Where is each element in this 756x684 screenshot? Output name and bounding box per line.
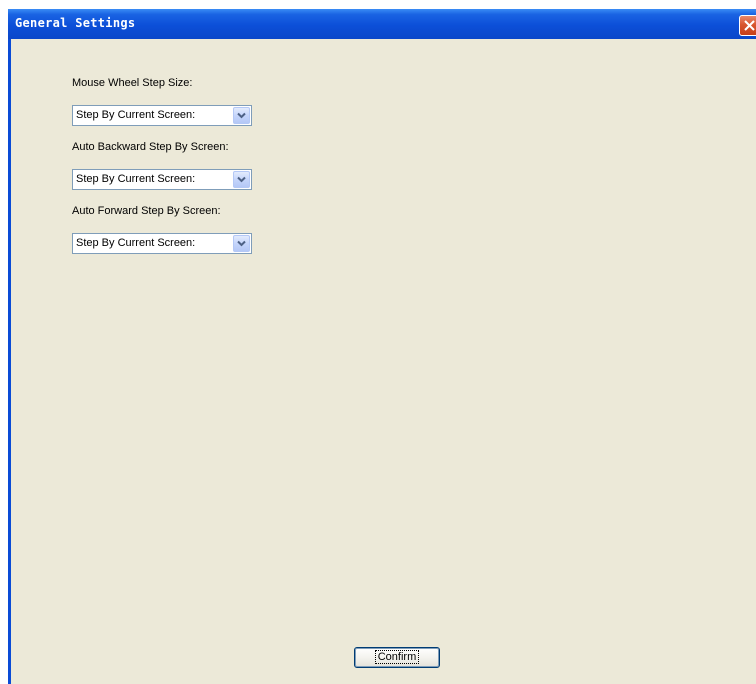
mouse-wheel-step-select[interactable]: Step By Current Screen:: [72, 105, 252, 126]
settings-panel: Mouse Wheel Step Size: Step By Current S…: [11, 39, 756, 684]
confirm-button-label: Confirm: [374, 650, 420, 664]
auto-forward-dropdown-button[interactable]: [233, 235, 250, 252]
close-button[interactable]: [739, 15, 756, 36]
settings-window: General Settings Mouse Wheel Step Size: …: [8, 9, 756, 684]
auto-forward-step-select[interactable]: Step By Current Screen:: [72, 233, 252, 254]
mouse-wheel-step-label: Mouse Wheel Step Size:: [72, 77, 193, 89]
auto-backward-step-value: Step By Current Screen:: [76, 173, 196, 185]
auto-forward-step-label: Auto Forward Step By Screen:: [72, 205, 221, 217]
mouse-wheel-dropdown-button[interactable]: [233, 107, 250, 124]
chevron-down-icon: [237, 176, 246, 183]
mouse-wheel-step-value: Step By Current Screen:: [76, 109, 196, 121]
confirm-button[interactable]: Confirm: [354, 647, 440, 668]
auto-backward-dropdown-button[interactable]: [233, 171, 250, 188]
auto-backward-step-label: Auto Backward Step By Screen:: [72, 141, 229, 153]
auto-backward-step-select[interactable]: Step By Current Screen:: [72, 169, 252, 190]
chevron-down-icon: [237, 112, 246, 119]
chevron-down-icon: [237, 240, 246, 247]
close-icon: [744, 20, 755, 31]
auto-forward-step-value: Step By Current Screen:: [76, 237, 196, 249]
window-title: General Settings: [15, 16, 136, 30]
title-bar[interactable]: General Settings: [8, 9, 756, 39]
